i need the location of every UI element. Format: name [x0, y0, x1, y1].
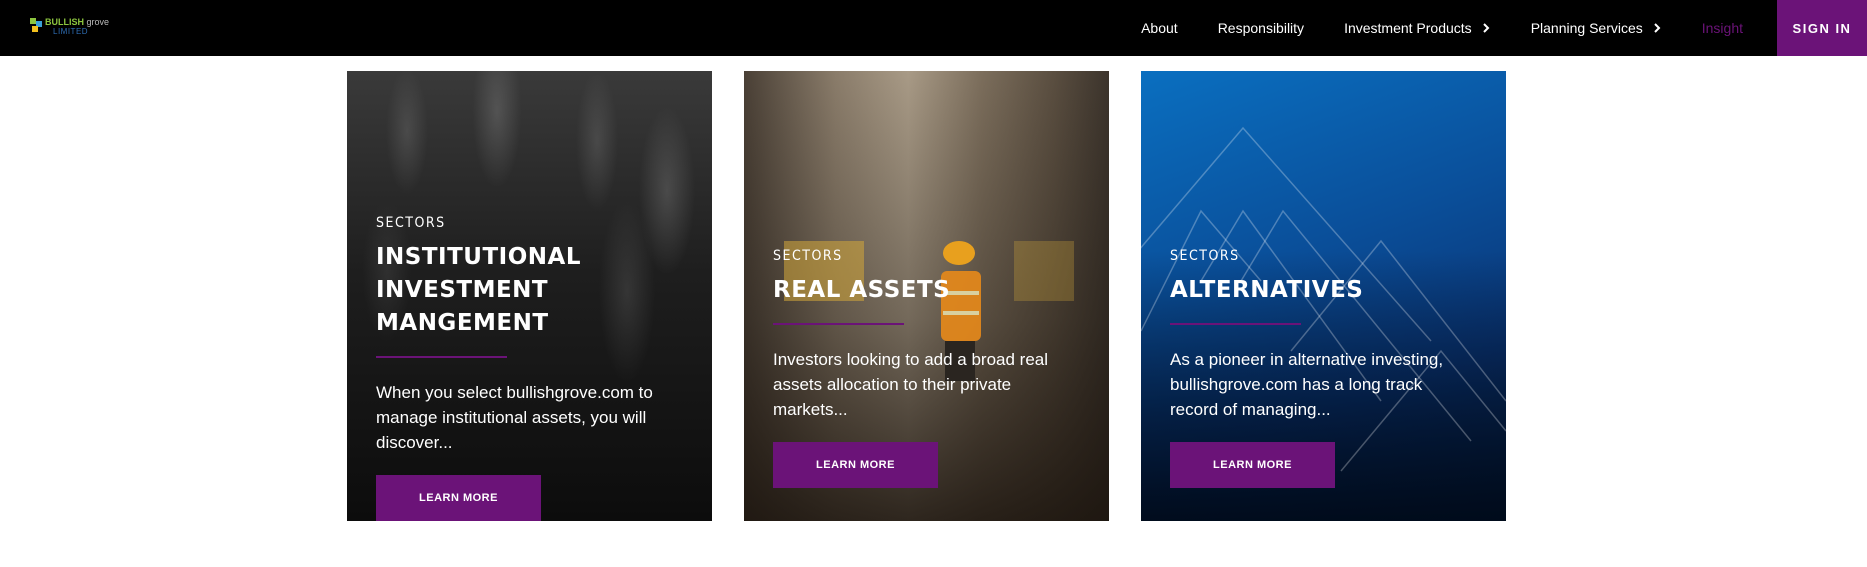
card-content: SECTORS INSTITUTIONAL INVESTMENT MANGEME…	[376, 215, 692, 521]
logo-wordmark: BULLISH grove LIMITED	[45, 17, 110, 37]
logo-word-limited: LIMITED	[53, 27, 89, 36]
title-underline	[1170, 323, 1301, 325]
learn-more-button[interactable]: LEARN MORE	[376, 475, 541, 521]
learn-more-button[interactable]: LEARN MORE	[773, 442, 938, 488]
nav-item-label: Insight	[1701, 20, 1743, 36]
site-logo[interactable]: BULLISH grove LIMITED	[30, 18, 109, 36]
site-header: BULLISH grove LIMITED About Responsibili…	[0, 0, 1867, 56]
card-title: ALTERNATIVES	[1170, 277, 1364, 303]
main-nav: About Responsibility Investment Products…	[1141, 0, 1867, 56]
nav-item-label: Responsibility	[1217, 20, 1305, 36]
chevron-right-icon	[1482, 23, 1490, 33]
card-eyebrow: SECTORS	[1170, 248, 1240, 264]
logo-mark-icon	[30, 18, 42, 32]
card-description: When you select bullishgrove.com to mana…	[376, 383, 653, 452]
card-content: SECTORS REAL ASSETS Investors looking to…	[773, 248, 1089, 488]
nav-item-insight[interactable]: Insight	[1702, 20, 1743, 36]
card-eyebrow: SECTORS	[773, 248, 843, 264]
nav-item-label: Planning Services	[1530, 20, 1643, 36]
card-description: Investors looking to add a broad real as…	[773, 350, 1049, 419]
title-underline	[773, 323, 904, 325]
sector-card-real-assets: SECTORS REAL ASSETS Investors looking to…	[744, 71, 1109, 521]
logo-word-grove: grove	[84, 17, 110, 27]
sector-card-alternatives: SECTORS ALTERNATIVES As a pioneer in alt…	[1141, 71, 1506, 521]
sign-in-button[interactable]: SIGN IN	[1777, 0, 1867, 56]
sector-card-institutional: SECTORS INSTITUTIONAL INVESTMENT MANGEME…	[347, 71, 712, 521]
nav-item-responsibility[interactable]: Responsibility	[1218, 20, 1304, 36]
nav-item-about[interactable]: About	[1141, 20, 1178, 36]
title-underline	[376, 356, 507, 358]
chevron-right-icon	[1654, 23, 1661, 33]
card-title: REAL ASSETS	[773, 277, 951, 303]
card-title: INSTITUTIONAL INVESTMENT MANGEMENT	[376, 244, 581, 336]
nav-item-label: Investment Products	[1344, 20, 1472, 36]
learn-more-button[interactable]: LEARN MORE	[1170, 442, 1335, 488]
nav-item-planning-services[interactable]: Planning Services	[1531, 20, 1662, 36]
card-content: SECTORS ALTERNATIVES As a pioneer in alt…	[1170, 248, 1486, 488]
card-description: As a pioneer in alternative investing, b…	[1170, 350, 1444, 419]
card-eyebrow: SECTORS	[376, 215, 446, 231]
nav-item-label: About	[1141, 20, 1178, 36]
logo-word-bullish: BULLISH	[45, 17, 84, 27]
nav-item-investment-products[interactable]: Investment Products	[1344, 20, 1491, 36]
